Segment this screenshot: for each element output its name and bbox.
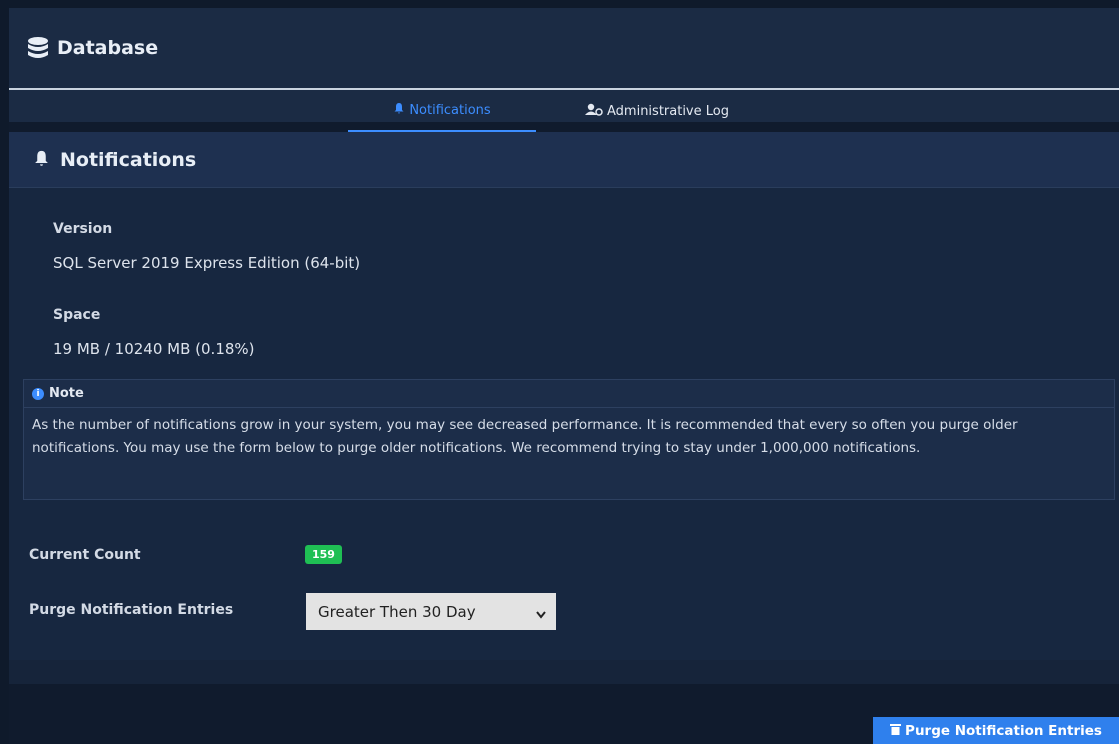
note-title: Note [49, 386, 84, 401]
count-badge: 159 [305, 545, 342, 564]
database-icon [27, 35, 49, 61]
bell-icon [33, 149, 50, 171]
select-value: Greater Then 30 Day [318, 602, 476, 621]
tab-label: Administrative Log [607, 103, 729, 119]
space-label: Space [53, 307, 101, 323]
purge-period-select[interactable]: Greater Then 30 Day [306, 593, 556, 630]
user-admin-icon [585, 103, 607, 120]
bell-icon [393, 102, 409, 118]
space-value: 19 MB / 10240 MB (0.18%) [53, 340, 255, 358]
version-value: SQL Server 2019 Express Edition (64-bit) [53, 254, 361, 272]
panel-header: Database [9, 8, 1119, 90]
purge-notification-entries-button[interactable]: Purge Notification Entries [873, 717, 1119, 744]
tab-bar: Notifications Administrative Log [9, 90, 1119, 132]
page-title: Database [57, 37, 159, 59]
section-body: Version SQL Server 2019 Express Edition … [9, 188, 1119, 660]
chevron-down-icon [536, 605, 546, 623]
current-count-label: Current Count [29, 547, 141, 563]
note-box: i Note As the number of notifications gr… [23, 379, 1115, 500]
note-text: As the number of notifications grow in y… [32, 417, 1018, 456]
tab-label: Notifications [409, 102, 491, 118]
note-header: i Note [24, 380, 1114, 408]
info-icon: i [32, 387, 44, 400]
section-title: Notifications [60, 148, 197, 171]
button-label: Purge Notification Entries [905, 722, 1102, 739]
version-label: Version [53, 221, 113, 237]
tab-notifications[interactable]: Notifications [348, 90, 536, 132]
database-panel: Database Notifications Administrative Lo… [9, 8, 1119, 744]
trash-icon [890, 723, 905, 739]
purge-label: Purge Notification Entries [29, 602, 234, 618]
section-header: Notifications [9, 132, 1119, 188]
tab-administrative-log[interactable]: Administrative Log [557, 90, 757, 132]
